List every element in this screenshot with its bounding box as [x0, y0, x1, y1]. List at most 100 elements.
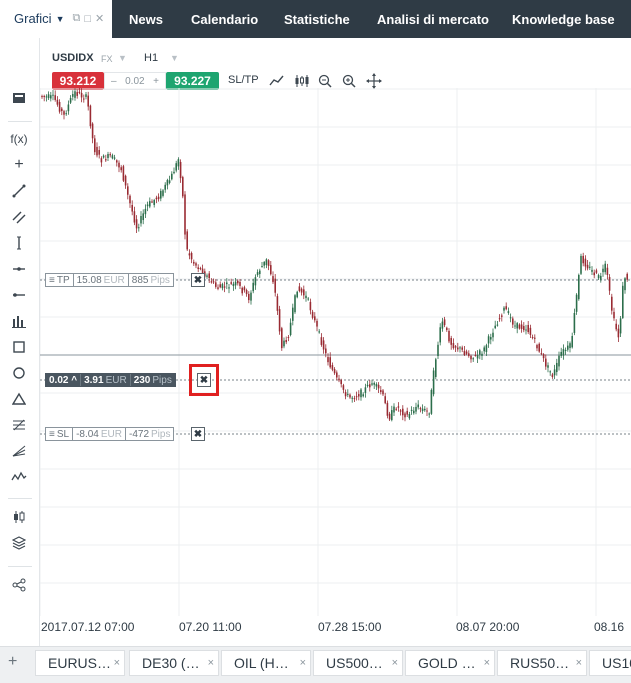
candle-body [584, 258, 587, 267]
popout-icon[interactable]: ⧉ [72, 12, 80, 25]
close-icon[interactable]: ✕ [95, 12, 104, 25]
candle-body [582, 255, 584, 264]
candle-body [476, 354, 479, 359]
candle-body [78, 91, 81, 93]
candle-body [80, 92, 83, 98]
tab-instrument[interactable]: US10 [589, 650, 631, 676]
fan-icon[interactable] [8, 442, 30, 460]
trendline-icon[interactable] [8, 182, 30, 200]
candle-body [142, 213, 144, 221]
position-pips: 230 Pips [131, 374, 175, 386]
candle-body [287, 336, 290, 338]
candle-body [613, 311, 615, 319]
candle-body [578, 274, 580, 300]
symbol-name[interactable]: USDIDX [52, 52, 94, 64]
tab-instrument[interactable]: OIL (H… × [221, 650, 311, 676]
nav-statistiche[interactable]: Statistiche [284, 0, 350, 38]
close-icon[interactable]: × [300, 657, 306, 669]
candle-body [56, 99, 59, 105]
chevron-down-icon[interactable]: ▼ [170, 53, 179, 63]
candle-body [223, 286, 226, 288]
candle-body [175, 163, 177, 171]
candle-body [457, 347, 459, 350]
crosshair-icon[interactable]: + [8, 156, 30, 174]
candle-body [320, 337, 323, 345]
chevron-down-icon[interactable]: ▼ [56, 14, 65, 24]
drawing-toolbar: f(x) + [0, 38, 40, 646]
nav-calendario[interactable]: Calendario [191, 0, 258, 38]
position-label[interactable]: 0.02 ^ 3.91 EUR 230 Pips [45, 373, 176, 387]
highlight-box [189, 364, 219, 396]
candle-body [314, 316, 316, 321]
candle-body [186, 231, 188, 250]
close-sl-icon[interactable]: ✖ [191, 427, 205, 441]
circle-icon[interactable] [8, 364, 30, 382]
sl-pips-num: -472 [129, 428, 150, 440]
nav-knowledge-base[interactable]: Knowledge base [512, 0, 615, 38]
candle-body [593, 272, 595, 276]
tab-instrument[interactable]: EURUS… × [35, 650, 125, 676]
candle-body [267, 260, 270, 266]
candle-body [155, 197, 158, 200]
spread-value[interactable]: 0.02 [125, 76, 144, 87]
price-chart[interactable] [40, 88, 631, 616]
candle-body [250, 292, 252, 301]
add-tab-icon[interactable]: + [8, 653, 17, 671]
candle-body [479, 350, 481, 355]
candle-body [272, 276, 274, 283]
chevron-down-icon[interactable]: ▼ [118, 53, 127, 63]
close-icon[interactable]: × [576, 657, 582, 669]
plus-icon[interactable]: + [153, 76, 159, 87]
share-icon[interactable] [8, 576, 30, 594]
indicators-icon[interactable]: f(x) [8, 130, 30, 148]
close-icon[interactable]: × [392, 657, 398, 669]
horizontal-ray-icon[interactable] [8, 286, 30, 304]
volume-bars-icon[interactable] [8, 312, 30, 330]
nav-analisi-di-mercato[interactable]: Analisi di mercato [377, 0, 489, 38]
candle-body [351, 397, 353, 399]
rectangle-icon[interactable] [8, 338, 30, 356]
layers-icon[interactable] [8, 534, 30, 552]
candle-body [212, 281, 215, 283]
candle-body [226, 282, 228, 285]
candle-body [527, 324, 529, 333]
fibonacci-icon[interactable] [8, 416, 30, 434]
candle-body [228, 287, 230, 289]
tab-grafici[interactable]: Grafici ▼ ⧉ □ ✕ [0, 0, 112, 38]
candle-body [94, 138, 96, 153]
close-icon[interactable]: × [208, 657, 214, 669]
channel-icon[interactable] [8, 208, 30, 226]
timeframe-selector[interactable]: H1 [144, 52, 158, 64]
take-profit-label[interactable]: ≡ TP 15.08 EUR 885 Pips [45, 273, 174, 287]
close-icon[interactable]: × [114, 657, 120, 669]
tab-instrument[interactable]: GOLD … × [405, 650, 495, 676]
close-tp-icon[interactable]: ✖ [191, 273, 205, 287]
candle-body [74, 91, 76, 98]
nav-news[interactable]: News [129, 0, 163, 38]
candlestick-icon[interactable] [8, 508, 30, 526]
tab-instrument[interactable]: DE30 (… × [129, 650, 219, 676]
candle-body [595, 270, 598, 273]
chart-type-icon[interactable] [8, 89, 30, 107]
tab-instrument[interactable]: RUS50… × [497, 650, 587, 676]
candle-body [556, 362, 558, 373]
candle-body [263, 261, 265, 266]
vertical-line-icon[interactable] [8, 234, 30, 252]
candle-body [591, 269, 593, 272]
stop-loss-label[interactable]: ≡ SL -8.04 EUR -472 Pips [45, 427, 175, 441]
horizontal-segment-icon[interactable] [8, 260, 30, 278]
pattern-icon[interactable] [8, 468, 30, 486]
candle-body [58, 101, 61, 112]
close-icon[interactable]: × [484, 657, 490, 669]
xaxis-label: 07.20 11:00 [179, 620, 242, 634]
candle-body [322, 340, 325, 350]
maximize-icon[interactable]: □ [84, 13, 91, 25]
candle-body [296, 291, 298, 298]
minus-icon[interactable]: – [111, 76, 117, 87]
candle-body [190, 252, 193, 260]
triangle-icon[interactable] [8, 390, 30, 408]
candle-body [89, 105, 92, 127]
xaxis-label: 2017.07.12 07:00 [41, 620, 135, 634]
tab-instrument[interactable]: US500… × [313, 650, 403, 676]
sltp-button[interactable]: SL/TP [228, 74, 259, 86]
